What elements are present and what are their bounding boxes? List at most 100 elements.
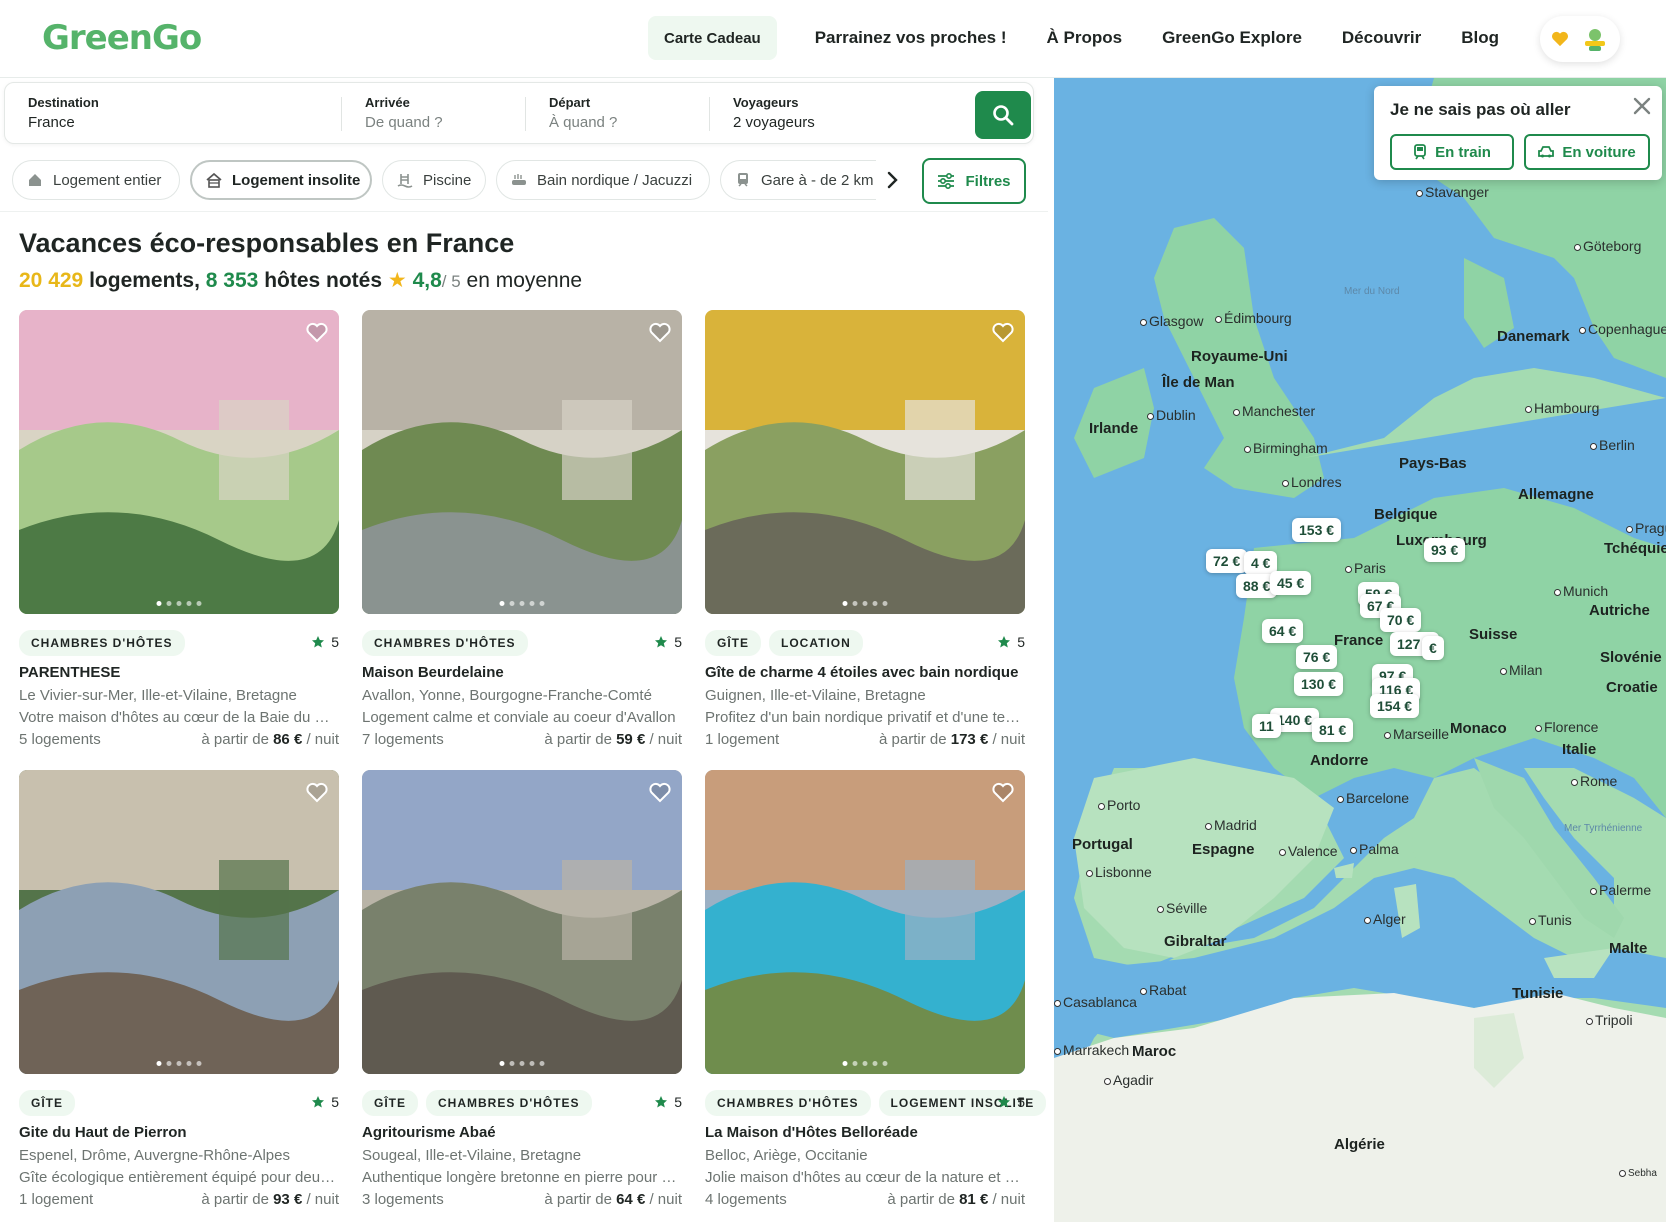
carousel-dot[interactable] [509, 601, 515, 606]
carousel-dot[interactable] [196, 1061, 202, 1066]
search-button[interactable] [975, 91, 1031, 139]
map-price-pin[interactable]: € [1422, 636, 1444, 660]
nav-discover[interactable]: Découvrir [1342, 28, 1421, 48]
carousel-dot[interactable] [852, 601, 858, 606]
listing-rating: 5 [311, 634, 339, 650]
nav-explore[interactable]: GreenGo Explore [1162, 28, 1302, 48]
carousel-dot[interactable] [186, 1061, 192, 1066]
listing-photo[interactable] [705, 770, 1025, 1074]
departure-field[interactable]: Départ À quand ? [549, 95, 617, 131]
nav-referral[interactable]: Parrainez vos proches ! [815, 28, 1007, 48]
carousel-dot[interactable] [176, 1061, 182, 1066]
carousel-dot[interactable] [156, 601, 162, 606]
greengo-logo[interactable]: GreenGo [42, 18, 202, 58]
listing-photo[interactable] [362, 310, 682, 614]
chip-near-station[interactable]: Gare à - de 2 km [720, 160, 876, 200]
map-city-label: Hambourg [1525, 400, 1599, 416]
listing-name[interactable]: Maison Beurdelaine [362, 664, 682, 681]
map-price-pin[interactable]: 76 € [1296, 645, 1338, 669]
carousel-dot[interactable] [519, 601, 525, 606]
favorite-heart-icon[interactable] [305, 780, 329, 804]
gift-card-button[interactable]: Carte Cadeau [648, 16, 777, 60]
favorite-heart-icon[interactable] [305, 320, 329, 344]
carousel-dot[interactable] [862, 1061, 868, 1066]
price-suffix: / nuit [649, 731, 682, 748]
map-price-pin[interactable]: 130 € [1294, 672, 1344, 696]
map-price-pin[interactable]: 93 € [1424, 538, 1466, 562]
carousel-dot[interactable] [166, 1061, 172, 1066]
listing-photo[interactable] [19, 770, 339, 1074]
carousel-dot[interactable] [166, 601, 172, 606]
map-country-label: Croatie [1606, 679, 1658, 696]
favorite-heart-icon[interactable] [991, 320, 1015, 344]
listing-image [19, 770, 339, 1074]
departure-label: Départ [549, 95, 591, 110]
listing-name[interactable]: Gîte de charme 4 étoiles avec bain nordi… [705, 664, 1025, 681]
carousel-dot[interactable] [842, 601, 848, 606]
map-city-label: Copenhague [1579, 321, 1666, 337]
by-car-button[interactable]: En voiture [1524, 134, 1650, 170]
results-map[interactable]: Royaume-Uni Irlande Danemark Pays-Bas Belgiq… [1054, 78, 1666, 1222]
listing-name[interactable]: Gite du Haut de Pierron [19, 1124, 339, 1141]
carousel-dot[interactable] [186, 601, 192, 606]
map-price-pin[interactable]: 70 € [1380, 608, 1422, 632]
chip-entire-home[interactable]: Logement entier [12, 160, 180, 200]
user-menu-button[interactable] [1540, 16, 1620, 62]
carousel-dot[interactable] [852, 1061, 858, 1066]
map-price-pin[interactable]: 45 € [1270, 571, 1312, 595]
carousel-dot[interactable] [882, 1061, 888, 1066]
chip-label: Logement insolite [232, 171, 361, 189]
map-country-label: Maroc [1132, 1043, 1177, 1060]
carousel-dot[interactable] [872, 1061, 878, 1066]
chip-pool[interactable]: Piscine [382, 160, 486, 200]
listing-photo[interactable] [362, 770, 682, 1074]
listing-location: Espenel, Drôme, Auvergne-Rhône-Alpes [19, 1147, 290, 1164]
carousel-dot[interactable] [872, 601, 878, 606]
carousel-dot[interactable] [176, 601, 182, 606]
favorite-heart-icon[interactable] [648, 320, 672, 344]
carousel-dot[interactable] [499, 601, 505, 606]
carousel-dot[interactable] [862, 601, 868, 606]
carousel-dot[interactable] [509, 1061, 515, 1066]
listing-name[interactable]: PARENTHESE [19, 664, 339, 681]
listing-name[interactable]: Agritourisme Abaé [362, 1124, 682, 1141]
map-price-pin[interactable]: 11 [1252, 714, 1281, 738]
travelers-field[interactable]: Voyageurs 2 voyageurs [733, 95, 815, 131]
by-train-button[interactable]: En train [1390, 134, 1514, 170]
listing-description: Logement calme et conviale au coeur d'Av… [362, 709, 676, 726]
chips-scroll-right-button[interactable] [880, 168, 904, 192]
map-price-pin[interactable]: 81 € [1312, 718, 1354, 742]
carousel-dot[interactable] [539, 1061, 545, 1066]
map-city-label: Tunis [1529, 912, 1572, 928]
carousel-dot[interactable] [842, 1061, 848, 1066]
carousel-dot[interactable] [539, 601, 545, 606]
nav-about[interactable]: À Propos [1047, 28, 1123, 48]
map-price-pin[interactable]: 153 € [1292, 518, 1342, 542]
carousel-dot[interactable] [499, 1061, 505, 1066]
chip-nordic-bath[interactable]: Bain nordique / Jacuzzi [496, 160, 710, 200]
listing-count: 4 logements [705, 1191, 787, 1208]
close-icon[interactable] [1632, 96, 1652, 116]
arrival-field[interactable]: Arrivée De quand ? [365, 95, 443, 131]
listing-rating: 5 [997, 1094, 1025, 1110]
map-price-pin[interactable]: 72 € [1206, 549, 1248, 573]
destination-field[interactable]: Destination France [28, 95, 99, 131]
nav-blog[interactable]: Blog [1461, 28, 1499, 48]
carousel-dot[interactable] [156, 1061, 162, 1066]
listing-photo[interactable] [19, 310, 339, 614]
carousel-dot[interactable] [882, 601, 888, 606]
carousel-dot[interactable] [529, 1061, 535, 1066]
listing-name[interactable]: La Maison d'Hôtes Belloréade [705, 1124, 1025, 1141]
map-city-label: Munich [1554, 583, 1608, 599]
map-price-pin[interactable]: 154 € [1370, 694, 1420, 718]
filters-button[interactable]: Filtres [922, 158, 1026, 204]
listing-photo[interactable] [705, 310, 1025, 614]
listing-price: à partir de 93 € / nuit [201, 1191, 339, 1208]
chip-unusual-home[interactable]: Logement insolite [190, 160, 372, 200]
favorite-heart-icon[interactable] [648, 780, 672, 804]
carousel-dot[interactable] [529, 601, 535, 606]
map-price-pin[interactable]: 64 € [1262, 619, 1304, 643]
carousel-dot[interactable] [519, 1061, 525, 1066]
favorite-heart-icon[interactable] [991, 780, 1015, 804]
carousel-dot[interactable] [196, 601, 202, 606]
